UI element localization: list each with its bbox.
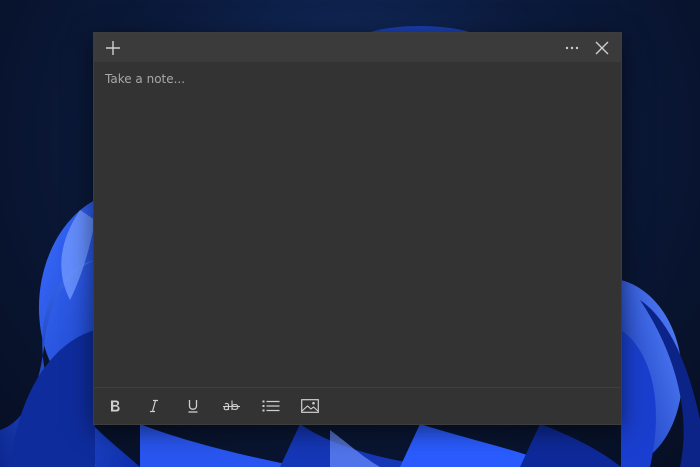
strikethrough-button[interactable] xyxy=(219,393,245,419)
plus-icon xyxy=(106,40,120,55)
image-icon xyxy=(301,399,319,413)
note-text-input[interactable] xyxy=(105,72,610,377)
menu-button[interactable] xyxy=(559,35,585,61)
bullet-list-button[interactable] xyxy=(258,393,284,419)
bold-button[interactable] xyxy=(102,393,128,419)
new-note-button[interactable] xyxy=(100,35,126,61)
italic-button[interactable] xyxy=(141,393,167,419)
insert-image-button[interactable] xyxy=(297,393,323,419)
bullet-list-icon xyxy=(262,400,280,412)
close-icon xyxy=(595,41,609,54)
underline-button[interactable] xyxy=(180,393,206,419)
note-body xyxy=(94,62,621,387)
bold-icon xyxy=(111,400,120,412)
close-button[interactable] xyxy=(589,35,615,61)
sticky-note-window xyxy=(94,33,621,424)
format-toolbar xyxy=(94,387,621,424)
note-titlebar xyxy=(94,33,621,62)
more-icon xyxy=(565,46,579,49)
strikethrough-icon xyxy=(223,400,240,411)
italic-icon xyxy=(150,399,158,413)
underline-icon xyxy=(188,400,198,413)
